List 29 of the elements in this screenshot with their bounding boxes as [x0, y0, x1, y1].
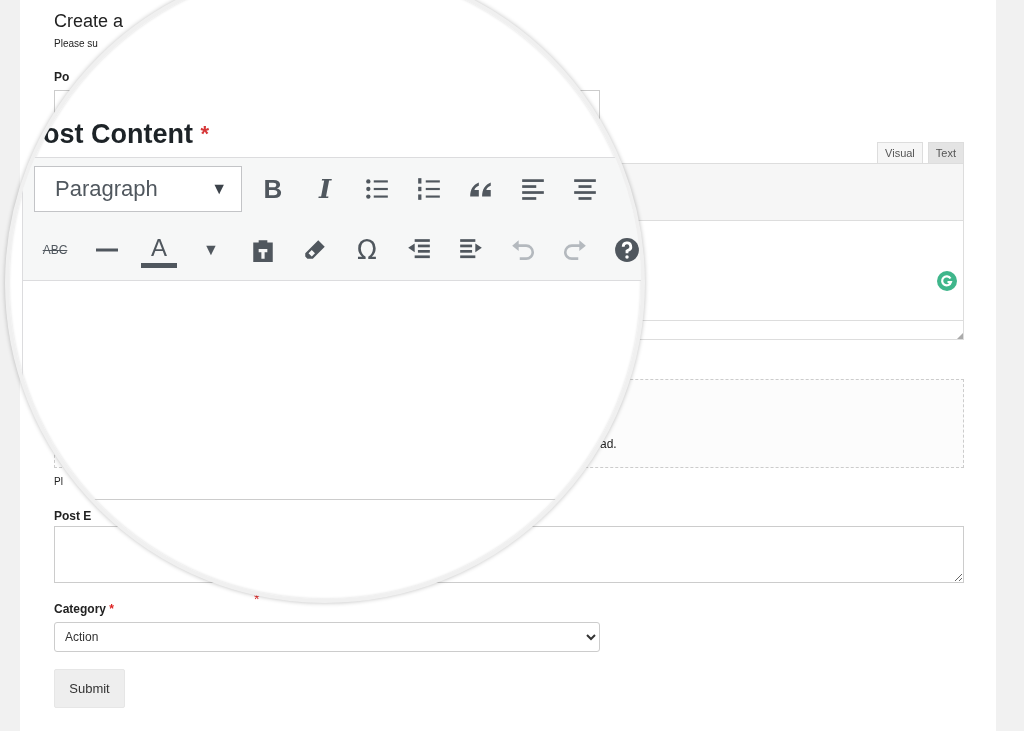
submit-button[interactable]: Submit [54, 669, 125, 708]
special-character-button[interactable]: Ω [347, 230, 387, 270]
field-heading: ost Content * [43, 118, 210, 150]
align-center-icon [572, 176, 598, 202]
format-select[interactable]: Paragraph ▼ [34, 166, 242, 212]
undo-icon [510, 237, 536, 263]
form-description: Please su [54, 39, 98, 49]
category-select[interactable]: Action [54, 622, 600, 652]
field-label: Po [54, 70, 70, 84]
bullet-list-icon [364, 176, 390, 202]
resize-handle-icon[interactable] [957, 333, 963, 339]
align-left-icon [520, 176, 546, 202]
clipboard-icon [250, 237, 276, 263]
upload-text: ad. [600, 437, 617, 451]
bold-button[interactable]: B [253, 169, 293, 209]
text-color-button[interactable]: A [141, 232, 177, 268]
color-dropdown-button[interactable]: ▼ [191, 230, 231, 270]
numbered-list-icon [416, 176, 442, 202]
field-label: Post E [54, 509, 92, 523]
editor-tab[interactable]: Visual [877, 142, 923, 163]
field-label: Category * [54, 602, 115, 616]
italic-button[interactable]: I [305, 169, 345, 209]
upload-hint: Pl [54, 476, 63, 488]
form-title: Create a [54, 10, 125, 32]
horizontal-line-icon [95, 248, 119, 252]
strikethrough-button[interactable]: ABC [35, 230, 75, 270]
grammar-assistant-icon[interactable] [937, 270, 957, 291]
redo-icon [562, 237, 588, 263]
editor-tab[interactable]: Text [927, 142, 964, 163]
